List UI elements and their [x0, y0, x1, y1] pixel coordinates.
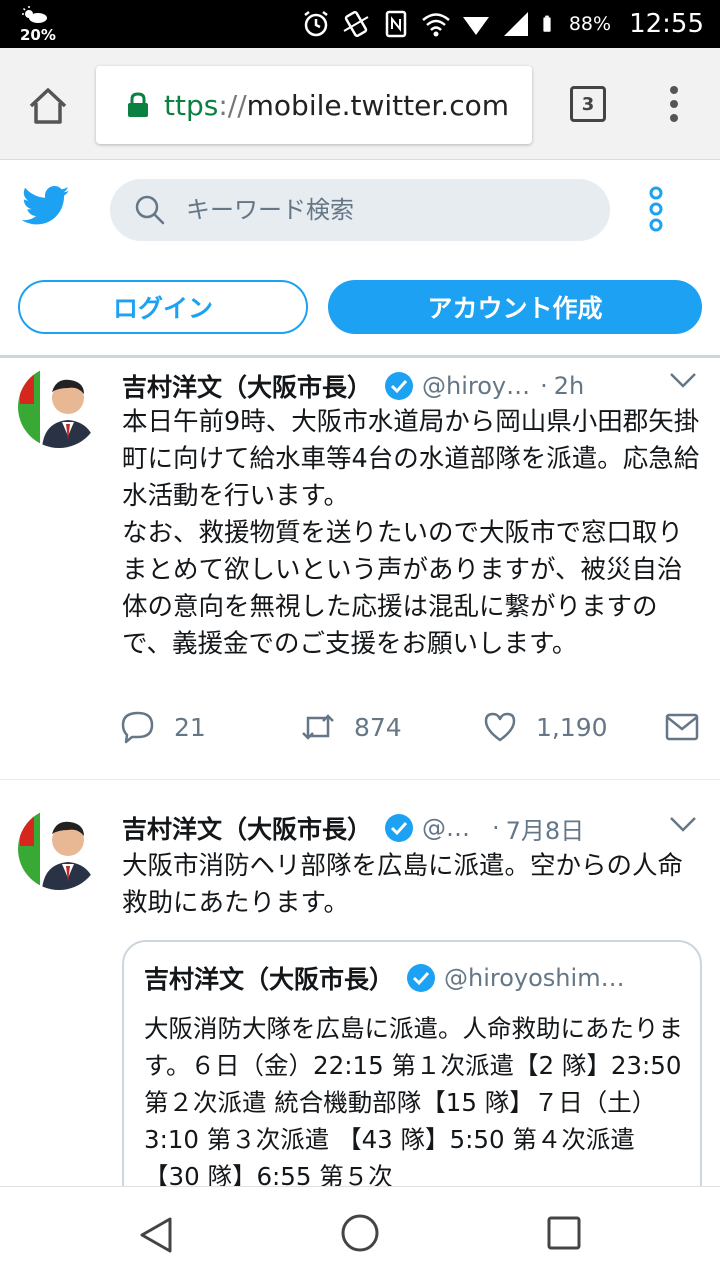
- vibrate-icon: [343, 10, 369, 38]
- verified-badge-icon: [385, 814, 414, 842]
- display-name[interactable]: 吉村洋文（大阪市長）: [122, 810, 372, 846]
- home-circle-icon[interactable]: [340, 1213, 380, 1253]
- url-bar[interactable]: ttps://mobile.twitter.com: [96, 66, 532, 144]
- reply-count: 21: [174, 712, 206, 742]
- url-separator: ://: [218, 88, 247, 122]
- nfc-icon: [385, 10, 407, 38]
- alarm-icon: [304, 11, 328, 37]
- home-icon[interactable]: [26, 84, 70, 128]
- wifi-icon: [422, 13, 450, 37]
- twitter-header: ログイン アカウント作成: [0, 161, 720, 357]
- chevron-down-icon[interactable]: [668, 814, 698, 834]
- header-divider: [0, 355, 720, 358]
- avatar[interactable]: [18, 366, 100, 448]
- tweet-text: 本日午前9時、大阪市水道局から岡山県小田郡矢掛町に向けて給水車等4台の水道部隊を…: [122, 407, 700, 659]
- status-icons: 88% 12:55: [301, 0, 704, 48]
- search-input[interactable]: [186, 196, 566, 224]
- retweet-button[interactable]: 874: [300, 710, 402, 744]
- status-bar: 20% 88% 12:55: [0, 0, 720, 48]
- quoted-tweet-text: 大阪消防大隊を広島に派遣。人命救助にあたります。６日（金）22:15 第１次派遣…: [144, 1014, 683, 1191]
- tweet-text: 大阪市消防ヘリ部隊を広島に派遣。空からの人命救助にあたります。: [122, 851, 684, 918]
- verified-badge-icon: [385, 372, 414, 400]
- reply-button[interactable]: 21: [120, 710, 206, 744]
- battery-percent: 88%: [568, 13, 612, 35]
- username[interactable]: @…: [422, 814, 470, 842]
- tweet[interactable]: 吉村洋文（大阪市長） @… · 7月8日 大阪市消防ヘリ部隊を広島に派遣。空から…: [0, 782, 720, 1240]
- temperature-text: 20%: [20, 26, 56, 44]
- tweet-header: 吉村洋文（大阪市長） @hiroy… · 2h: [122, 366, 662, 406]
- like-count: 1,190: [536, 712, 608, 742]
- android-nav-bar: [0, 1186, 720, 1280]
- weather-widget: 20%: [18, 4, 58, 44]
- timestamp[interactable]: 2h: [554, 372, 584, 400]
- tweet[interactable]: 吉村洋文（大阪市長） @hiroy… · 2h 本日午前9時、大阪市水道局から岡…: [0, 360, 720, 780]
- separator-dot: ·: [540, 372, 548, 400]
- recents-icon[interactable]: [546, 1215, 582, 1251]
- retweet-icon: [302, 714, 334, 740]
- battery-icon: [543, 15, 551, 32]
- display-name[interactable]: 吉村洋文（大阪市長）: [122, 368, 372, 404]
- cell-signal-icon: [503, 12, 528, 36]
- url-scheme: ttps: [164, 88, 219, 122]
- tweet-actions: 21 874 1,190: [120, 710, 710, 754]
- tweet-header: 吉村洋文（大阪市長） @… · 7月8日: [122, 808, 662, 848]
- more-options-icon[interactable]: [644, 185, 668, 233]
- separator-dot: ·: [492, 814, 500, 842]
- avatar[interactable]: [18, 808, 100, 890]
- envelope-icon: [665, 713, 699, 741]
- browser-toolbar: ttps://mobile.twitter.com 3: [0, 48, 720, 160]
- quoted-display-name: 吉村洋文（大阪市長）: [144, 965, 395, 994]
- signal-icon: [462, 17, 489, 35]
- reply-icon: [121, 711, 154, 744]
- cloud-sun-icon: [22, 6, 47, 23]
- like-button[interactable]: 1,190: [482, 710, 608, 744]
- search-icon: [135, 195, 165, 225]
- quoted-username: @hiroyoshim…: [444, 964, 625, 992]
- username[interactable]: @hiroy…: [422, 372, 530, 400]
- clock: 12:55: [629, 9, 704, 39]
- lock-icon: [128, 92, 148, 117]
- quoted-tweet-header: 吉村洋文（大阪市長） @hiroyoshim…: [144, 960, 684, 996]
- verified-badge-icon: [407, 964, 436, 992]
- twitter-bird-icon[interactable]: [22, 185, 70, 227]
- url-host: mobile.twitter.com: [246, 88, 509, 122]
- back-icon[interactable]: [138, 1215, 174, 1255]
- timestamp[interactable]: 7月8日: [506, 811, 585, 846]
- chevron-down-icon[interactable]: [668, 370, 698, 390]
- login-button[interactable]: ログイン: [18, 280, 308, 334]
- retweet-count: 874: [354, 712, 402, 742]
- heart-icon: [484, 712, 516, 742]
- signup-button[interactable]: アカウント作成: [328, 280, 702, 334]
- tab-switcher-button[interactable]: 3: [570, 86, 606, 122]
- direct-message-button[interactable]: [664, 710, 718, 744]
- search-bar[interactable]: [110, 179, 610, 241]
- overflow-menu-icon[interactable]: [662, 84, 686, 124]
